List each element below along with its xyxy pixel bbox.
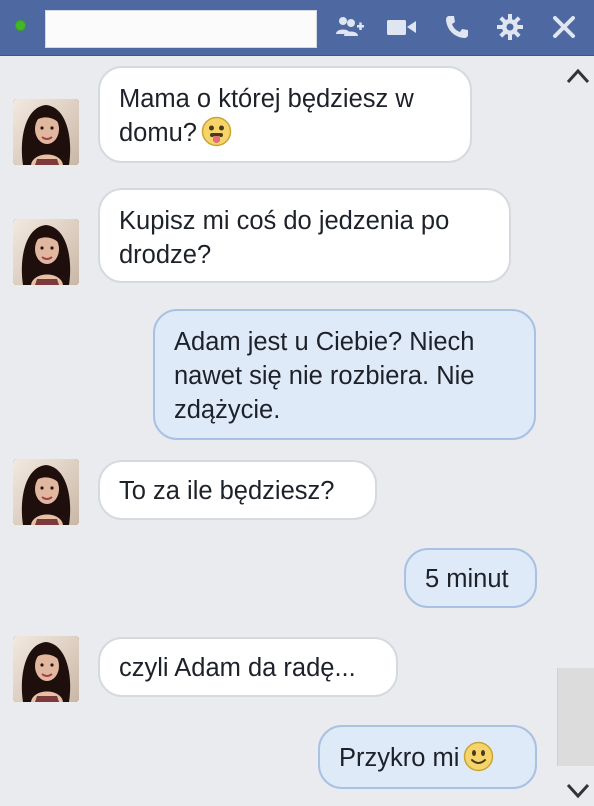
incoming-message-bubble: Kupisz mi coś do jedzenia po drodze? [98,188,511,283]
incoming-message-bubble: czyli Adam da radę... [98,637,398,697]
chat-title-field[interactable] [45,10,317,48]
message-text: Mama o której będziesz w domu? [119,85,414,147]
outgoing-message-bubble: Przykro mi [318,725,537,789]
message-text: Adam jest u Ciebie? Niech nawet się nie … [174,328,475,424]
close-icon[interactable] [548,12,580,42]
scrollbar-thumb[interactable] [557,668,594,766]
contact-avatar[interactable] [13,636,79,702]
outgoing-message-bubble: 5 minut [404,548,537,608]
tongue-emoji-icon [201,116,232,147]
add-friend-icon[interactable] [334,12,366,42]
phone-icon[interactable] [441,12,473,42]
contact-avatar[interactable] [13,99,79,165]
contact-avatar[interactable] [13,219,79,285]
incoming-message-bubble: To za ile będziesz? [98,460,377,520]
contact-avatar[interactable] [13,459,79,525]
incoming-message-bubble: Mama o której będziesz w domu? [98,66,472,163]
scroll-down-arrow-icon[interactable] [566,780,590,800]
video-call-icon[interactable] [386,12,418,42]
message-text: To za ile będziesz? [119,477,335,505]
message-text: Przykro mi [339,744,460,772]
chat-titlebar [0,0,594,56]
scroll-up-arrow-icon[interactable] [566,66,590,86]
outgoing-message-bubble: Adam jest u Ciebie? Niech nawet się nie … [153,309,536,440]
gear-icon[interactable] [494,12,526,42]
message-text: Kupisz mi coś do jedzenia po drodze? [119,207,450,269]
smile-emoji-icon [463,741,494,772]
message-text: 5 minut [425,565,509,593]
online-status-dot [15,20,26,31]
message-text: czyli Adam da radę... [119,654,356,682]
